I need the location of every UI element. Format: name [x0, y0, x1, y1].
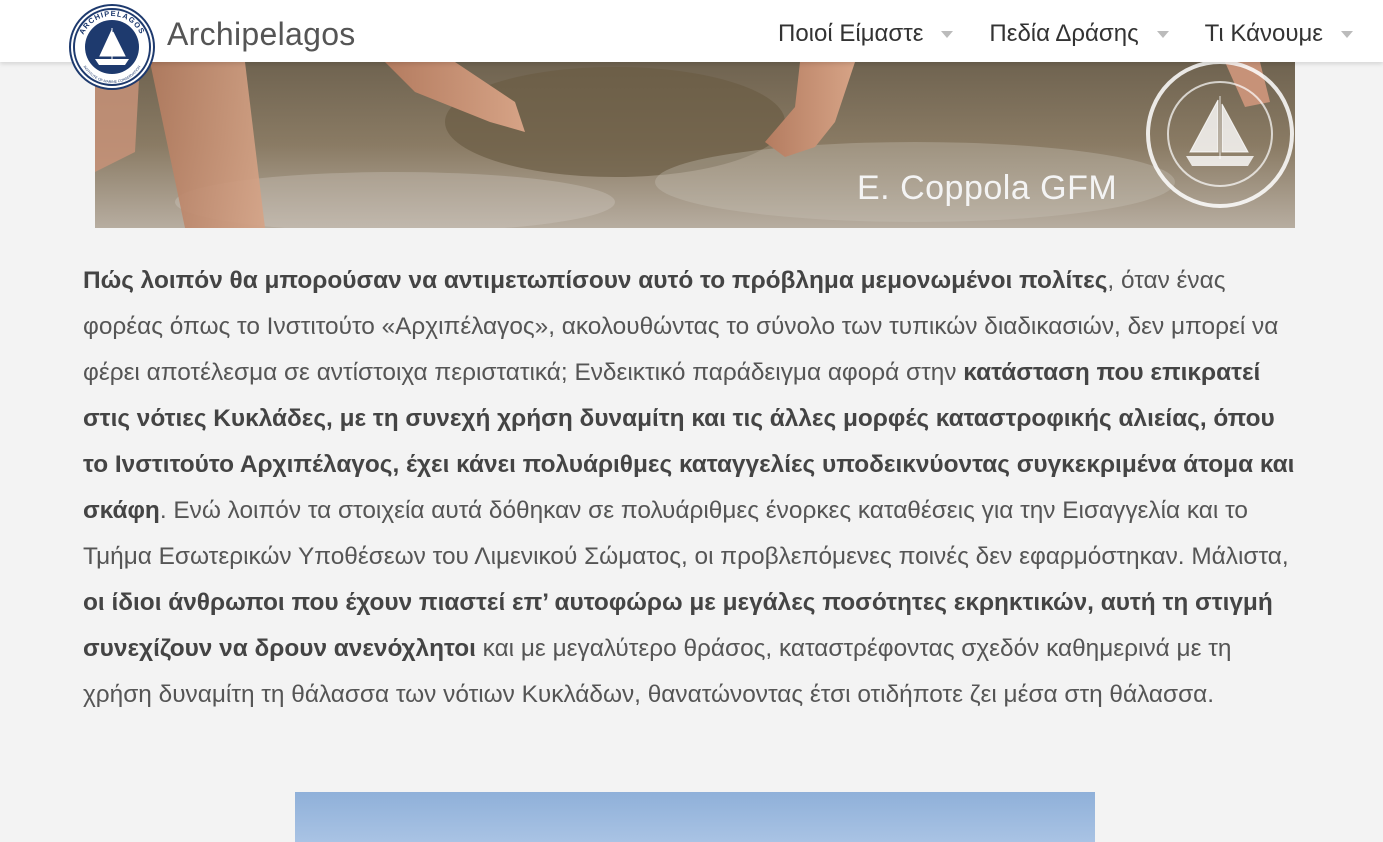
photo-credit: E. Coppola GFM: [857, 169, 1118, 207]
nav-item-who-we-are[interactable]: Ποιοί Είμαστε: [778, 20, 954, 48]
text: . Ενώ λοιπόν τα στοιχεία αυτά δόθηκαν σε…: [83, 497, 1289, 570]
caret-down-icon: [1341, 30, 1353, 38]
caret-down-icon: [1156, 30, 1169, 38]
article-image: [295, 792, 1095, 842]
nav-item-what-we-do[interactable]: Τι Κάνουμε: [1205, 20, 1353, 48]
main-navigation: Ποιοί Είμαστε Πεδία Δράσης Τι Κάνουμε: [778, 20, 1353, 48]
bold-text: Πώς λοιπόν θα μπορούσαν να αντιμετωπίσου…: [83, 267, 1108, 294]
nav-item-label: Πεδία Δράσης: [989, 20, 1139, 47]
archipelagos-logo[interactable]: ARCHIPELAGOS INSTITUTE OF MARINE CONSERV…: [69, 4, 155, 90]
caret-down-icon: [941, 30, 954, 38]
site-title[interactable]: Archipelagos: [167, 16, 356, 53]
nav-item-label: Τι Κάνουμε: [1204, 20, 1323, 47]
hero-image: E. Coppola GFM: [95, 62, 1295, 228]
site-header: ARCHIPELAGOS INSTITUTE OF MARINE CONSERV…: [0, 0, 1383, 90]
nav-item-fields-of-action[interactable]: Πεδία Δράσης: [989, 20, 1169, 48]
nav-item-label: Ποιοί Είμαστε: [778, 20, 924, 47]
article-body: Πώς λοιπόν θα μπορούσαν να αντιμετωπίσου…: [83, 258, 1305, 718]
logo-emblem-icon: ARCHIPELAGOS INSTITUTE OF MARINE CONSERV…: [73, 8, 151, 86]
article-paragraph: Πώς λοιπόν θα μπορούσαν να αντιμετωπίσου…: [83, 258, 1305, 718]
